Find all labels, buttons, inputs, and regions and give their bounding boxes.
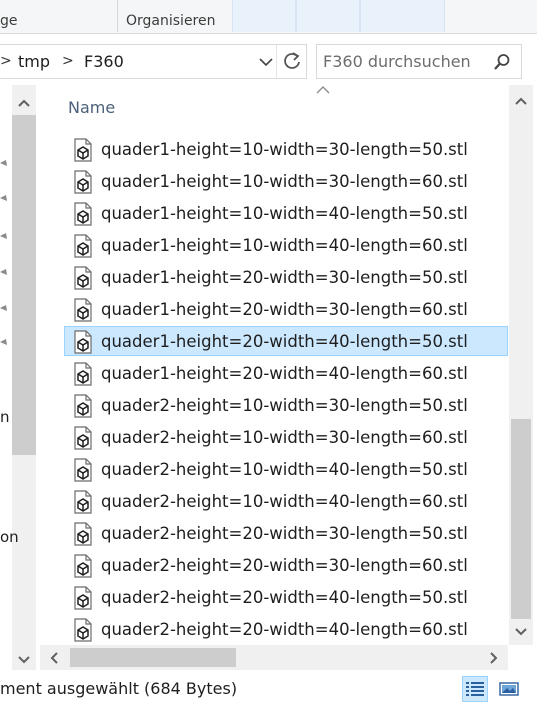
3d-model-file-icon <box>74 234 92 258</box>
pin-icon <box>0 195 7 201</box>
search-input[interactable]: F360 durchsuchen <box>316 44 522 79</box>
pin-icon <box>0 339 7 345</box>
3d-model-file-icon <box>74 458 92 482</box>
nav-item-label[interactable]: on <box>0 528 19 546</box>
file-row[interactable]: quader2-height=10-width=30-length=50.stl <box>64 390 508 420</box>
file-row[interactable]: quader2-height=20-width=30-length=50.stl <box>64 518 508 548</box>
3d-model-file-icon <box>74 298 92 322</box>
file-name[interactable]: quader1-height=20-width=30-length=60.stl <box>101 295 468 324</box>
file-row[interactable]: quader1-height=10-width=40-length=50.stl <box>64 198 508 228</box>
file-name[interactable]: quader2-height=20-width=30-length=60.stl <box>101 551 468 580</box>
file-name[interactable]: quader2-height=20-width=30-length=50.stl <box>101 519 468 548</box>
3d-model-file-icon <box>74 170 92 194</box>
search-placeholder: F360 durchsuchen <box>323 52 471 71</box>
3d-model-file-icon <box>74 362 92 386</box>
breadcrumb-f360[interactable]: F360 <box>84 45 124 78</box>
3d-model-file-icon <box>74 586 92 610</box>
3d-model-file-icon <box>74 330 92 354</box>
file-row[interactable]: quader1-height=10-width=40-length=60.stl <box>64 230 508 260</box>
3d-model-file-icon <box>74 266 92 290</box>
file-row[interactable]: quader1-height=10-width=30-length=60.stl <box>64 166 508 196</box>
file-name[interactable]: quader2-height=10-width=30-length=60.stl <box>101 423 468 452</box>
file-name[interactable]: quader1-height=10-width=30-length=60.stl <box>101 167 468 196</box>
nav-item-label[interactable]: n <box>0 408 10 426</box>
file-name[interactable]: quader1-height=10-width=40-length=60.stl <box>101 231 468 260</box>
address-bar[interactable]: > tmp > F360 <box>0 44 307 79</box>
file-row[interactable]: quader1-height=20-width=30-length=50.stl <box>64 262 508 292</box>
horizontal-scrollbar[interactable] <box>40 645 508 670</box>
file-name[interactable]: quader1-height=10-width=40-length=50.stl <box>101 199 468 228</box>
file-name[interactable]: quader2-height=20-width=40-length=50.stl <box>101 583 468 612</box>
ribbon-group-organize[interactable]: Organisieren <box>126 0 216 32</box>
scrollbar-thumb[interactable] <box>70 648 236 667</box>
3d-model-file-icon <box>74 490 92 514</box>
breadcrumb-separator[interactable]: > <box>0 45 12 78</box>
3d-model-file-icon <box>74 522 92 546</box>
file-row[interactable]: quader1-height=20-width=40-length=60.stl <box>64 358 508 388</box>
sort-ascending-icon <box>316 86 330 94</box>
3d-model-file-icon <box>74 554 92 578</box>
breadcrumb-tmp[interactable]: tmp <box>18 45 50 78</box>
3d-model-file-icon <box>74 426 92 450</box>
file-row[interactable]: quader2-height=20-width=40-length=50.stl <box>64 582 508 612</box>
file-list-scrollbar[interactable] <box>509 85 533 645</box>
file-row[interactable]: quader2-height=10-width=40-length=50.stl <box>64 454 508 484</box>
scrollbar-thumb[interactable] <box>511 419 531 619</box>
file-row[interactable]: quader2-height=20-width=30-length=60.stl <box>64 550 508 580</box>
file-name[interactable]: quader1-height=10-width=30-length=50.stl <box>101 135 468 164</box>
pin-icon <box>0 160 7 166</box>
file-name[interactable]: quader2-height=10-width=30-length=50.stl <box>101 391 468 420</box>
refresh-icon[interactable] <box>276 45 307 78</box>
3d-model-file-icon <box>74 202 92 226</box>
ribbon-group-empty[interactable] <box>296 0 360 32</box>
chevron-down-icon[interactable] <box>258 54 274 70</box>
file-name[interactable]: quader2-height=10-width=40-length=60.stl <box>101 487 468 516</box>
file-name[interactable]: quader1-height=20-width=40-length=50.stl <box>101 327 468 356</box>
3d-model-file-icon <box>74 138 92 162</box>
nav-scrollbar[interactable] <box>12 85 36 670</box>
file-name[interactable]: quader1-height=20-width=40-length=60.stl <box>101 359 468 388</box>
file-row[interactable]: quader2-height=10-width=40-length=60.stl <box>64 486 508 516</box>
file-row[interactable]: quader1-height=20-width=30-length=60.stl <box>64 294 508 324</box>
ribbon-group-empty[interactable] <box>232 0 296 32</box>
scroll-right-icon[interactable] <box>484 648 504 668</box>
pin-icon <box>0 269 7 275</box>
large-icons-view-icon <box>499 682 519 696</box>
nav-scrollbar-thumb[interactable] <box>12 115 36 455</box>
file-row[interactable]: quader1-height=20-width=40-length=50.stl <box>64 326 508 356</box>
ribbon-separator <box>117 0 118 32</box>
file-name[interactable]: quader2-height=10-width=40-length=50.stl <box>101 455 468 484</box>
ribbon: ge Organisieren <box>0 0 537 34</box>
column-header-name[interactable]: Name <box>68 98 115 117</box>
ribbon-group-fragment: ge <box>0 13 18 29</box>
breadcrumb-separator[interactable]: > <box>62 45 74 78</box>
scroll-up-icon[interactable] <box>14 93 34 113</box>
3d-model-file-icon <box>74 394 92 418</box>
search-icon[interactable] <box>493 53 511 71</box>
file-row[interactable]: quader1-height=10-width=30-length=50.stl <box>64 134 508 164</box>
file-name[interactable]: quader1-height=20-width=30-length=50.stl <box>101 263 468 292</box>
large-icons-view-button[interactable] <box>496 676 522 702</box>
pin-icon <box>0 233 7 239</box>
details-view-button[interactable] <box>462 676 488 702</box>
details-view-icon <box>466 682 484 696</box>
3d-model-file-icon <box>74 618 92 642</box>
navigation-pane[interactable]: n on <box>0 85 40 670</box>
file-row[interactable]: quader2-height=20-width=40-length=60.stl <box>64 614 508 644</box>
scroll-down-icon[interactable] <box>511 621 531 641</box>
scroll-left-icon[interactable] <box>44 648 64 668</box>
scroll-down-icon[interactable] <box>14 649 34 669</box>
file-name[interactable]: quader2-height=20-width=40-length=60.stl <box>101 615 468 644</box>
ribbon-group-empty[interactable] <box>360 0 445 32</box>
file-row[interactable]: quader2-height=10-width=30-length=60.stl <box>64 422 508 452</box>
selection-status: ment ausgewählt (684 Bytes) <box>0 679 238 698</box>
status-bar: ment ausgewählt (684 Bytes) <box>0 670 537 704</box>
pin-icon <box>0 305 7 311</box>
scroll-up-icon[interactable] <box>511 91 531 111</box>
